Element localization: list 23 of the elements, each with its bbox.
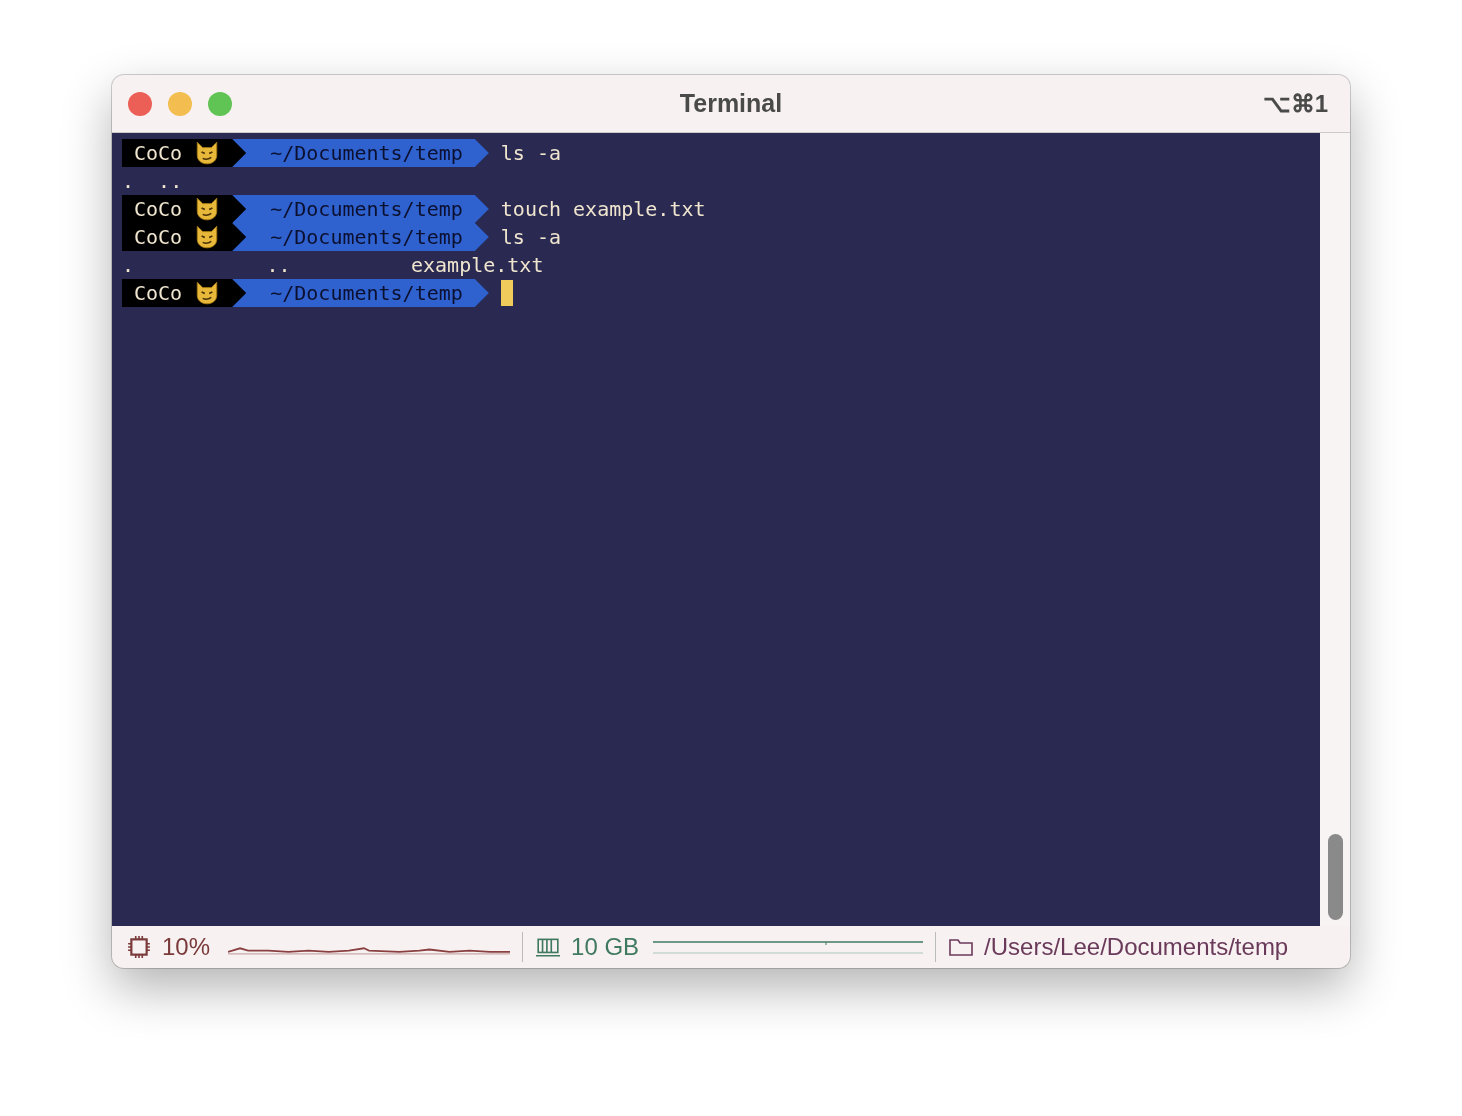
minimize-button[interactable] <box>168 91 192 116</box>
prompt-user: CoCo <box>134 141 183 165</box>
output-text: . .. example.txt <box>122 253 544 277</box>
shortcut-label: ⌥⌘1 <box>1262 89 1328 118</box>
scrollbar-thumb[interactable] <box>1328 834 1343 920</box>
current-directory: /Users/Lee/Documents/temp <box>984 933 1289 961</box>
prompt-path: ~/Documents/temp <box>270 225 463 249</box>
prompt-user: CoCo <box>134 197 183 221</box>
command-text: touch example.txt <box>500 197 706 221</box>
memory-usage: 10 GB <box>571 933 640 961</box>
cpu-chip-icon <box>126 935 152 959</box>
prompt-user: CoCo <box>134 281 183 305</box>
prompt-path: ~/Documents/temp <box>270 197 463 221</box>
close-button[interactable] <box>128 91 152 116</box>
prompt-user: CoCo <box>134 225 183 249</box>
command-text: ls -a <box>500 225 562 249</box>
command-text: ls -a <box>500 141 562 165</box>
zoom-button[interactable] <box>208 91 232 116</box>
output-text: . .. <box>122 169 183 193</box>
prompt-path: ~/Documents/temp <box>270 281 463 305</box>
window-title: Terminal <box>679 89 783 118</box>
cpu-usage: 10% <box>162 933 211 961</box>
prompt-path: ~/Documents/temp <box>270 141 463 165</box>
